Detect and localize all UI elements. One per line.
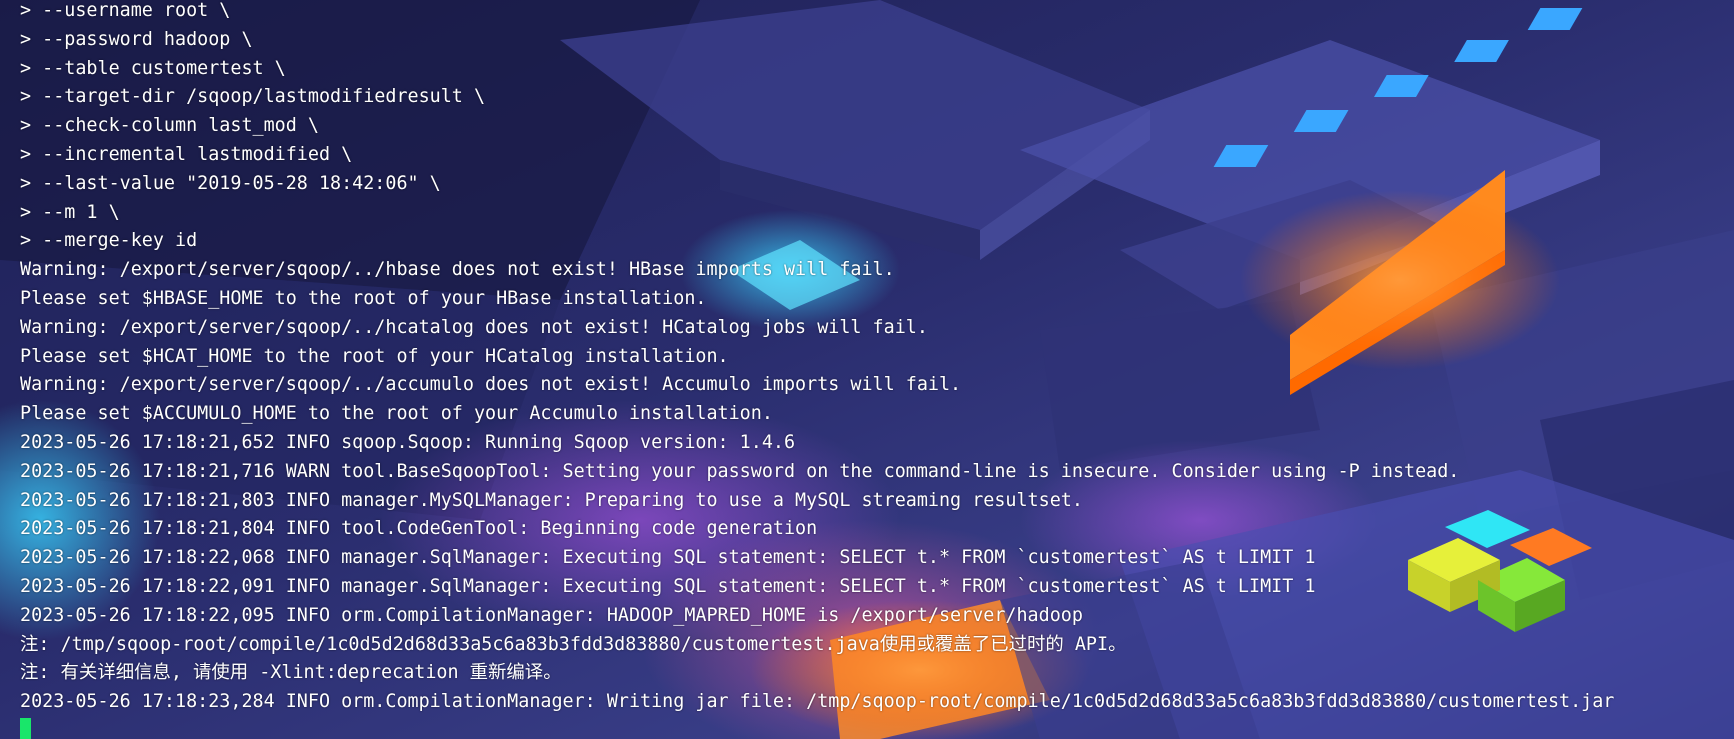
terminal-window[interactable]: > --username root \ > --password hadoop \… [0, 0, 1734, 739]
terminal-line: > --table customertest \ [20, 57, 286, 79]
terminal-line: 2023-05-26 17:18:22,091 INFO manager.Sql… [20, 575, 1316, 597]
terminal-line: Please set $HBASE_HOME to the root of yo… [20, 287, 707, 309]
terminal-cursor[interactable] [20, 717, 31, 739]
terminal-line: > --last-value "2019-05-28 18:42:06" \ [20, 172, 441, 194]
terminal-line: 2023-05-26 17:18:21,804 INFO tool.CodeGe… [20, 518, 818, 540]
terminal-line: > --check-column last_mod \ [20, 115, 319, 137]
terminal-line: > --m 1 \ [20, 201, 120, 223]
terminal-line: 2023-05-26 17:18:23,284 INFO orm.Compila… [20, 691, 1615, 713]
terminal-line: Please set $HCAT_HOME to the root of you… [20, 345, 729, 367]
terminal-line: 2023-05-26 17:18:21,652 INFO sqoop.Sqoop… [20, 431, 796, 453]
terminal-line: Please set $ACCUMULO_HOME to the root of… [20, 403, 773, 425]
terminal-line: > --merge-key id [20, 230, 198, 252]
terminal-line: 注: /tmp/sqoop-root/compile/1c0d5d2d68d33… [20, 633, 1127, 655]
terminal-line: Warning: /export/server/sqoop/../accumul… [20, 374, 962, 396]
terminal-line: > --target-dir /sqoop/lastmodifiedresult… [20, 86, 486, 108]
terminal-line: 2023-05-26 17:18:21,803 INFO manager.MyS… [20, 489, 1083, 511]
terminal-line: > --password hadoop \ [20, 28, 253, 50]
prompt-line[interactable] [20, 717, 1614, 739]
terminal-line: 2023-05-26 17:18:22,095 INFO orm.Compila… [20, 604, 1083, 626]
terminal-line: > --incremental lastmodified \ [20, 143, 353, 165]
terminal-line: 注: 有关详细信息, 请使用 -Xlint:deprecation 重新编译。 [20, 662, 562, 684]
terminal-line: Warning: /export/server/sqoop/../hcatalo… [20, 316, 928, 338]
terminal-output[interactable]: > --username root \ > --password hadoop \… [20, 0, 1614, 739]
terminal-line: 2023-05-26 17:18:22,068 INFO manager.Sql… [20, 547, 1316, 569]
terminal-line: > --username root \ [20, 0, 231, 21]
terminal-line: Warning: /export/server/sqoop/../hbase d… [20, 259, 895, 281]
terminal-line: 2023-05-26 17:18:21,716 WARN tool.BaseSq… [20, 460, 1460, 482]
